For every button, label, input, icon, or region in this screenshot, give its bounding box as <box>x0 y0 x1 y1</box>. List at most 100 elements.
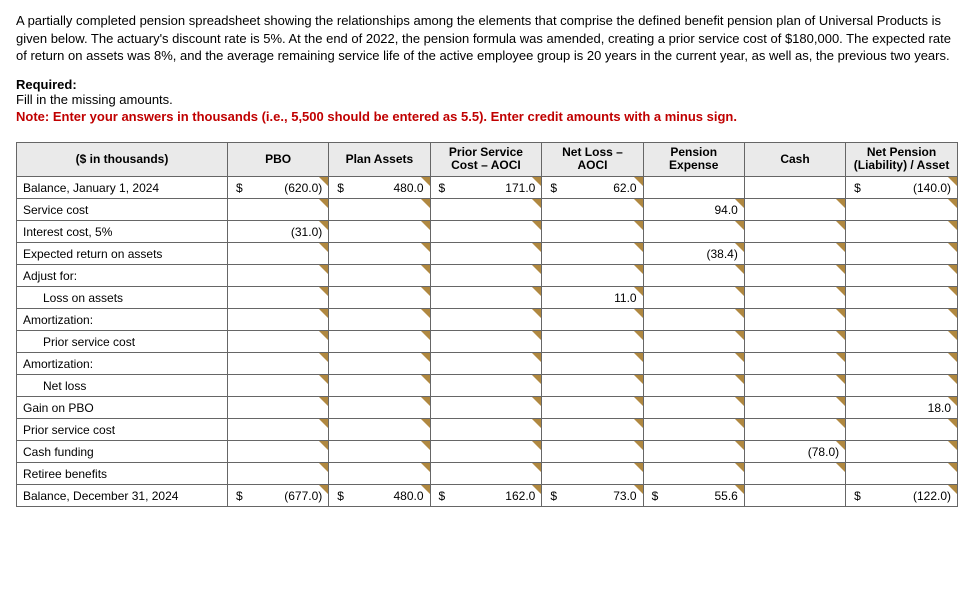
dropdown-icon[interactable] <box>421 221 430 230</box>
cell-input[interactable] <box>329 265 430 287</box>
dropdown-icon[interactable] <box>319 309 328 318</box>
cell-input[interactable] <box>430 221 542 243</box>
cell-input[interactable]: $162.0 <box>430 485 542 507</box>
dropdown-icon[interactable] <box>532 485 541 494</box>
dropdown-icon[interactable] <box>532 287 541 296</box>
cell-input[interactable] <box>430 441 542 463</box>
cell-input[interactable] <box>643 331 744 353</box>
dropdown-icon[interactable] <box>421 397 430 406</box>
dropdown-icon[interactable] <box>634 265 643 274</box>
cell-input[interactable] <box>744 485 845 507</box>
dropdown-icon[interactable] <box>948 397 957 406</box>
cell-input[interactable] <box>430 375 542 397</box>
cell-input[interactable]: 11.0 <box>542 287 643 309</box>
cell-input[interactable]: $(140.0) <box>846 177 958 199</box>
cell-input[interactable]: $(677.0) <box>227 485 328 507</box>
dropdown-icon[interactable] <box>836 463 845 472</box>
dropdown-icon[interactable] <box>948 287 957 296</box>
dropdown-icon[interactable] <box>948 177 957 186</box>
cell-input[interactable] <box>643 463 744 485</box>
cell-input[interactable] <box>430 463 542 485</box>
cell-input[interactable] <box>329 331 430 353</box>
cell-input[interactable] <box>227 353 328 375</box>
dropdown-icon[interactable] <box>319 397 328 406</box>
cell-input[interactable]: $55.6 <box>643 485 744 507</box>
cell-input[interactable] <box>227 199 328 221</box>
cell-input[interactable] <box>846 243 958 265</box>
cell-input[interactable] <box>542 353 643 375</box>
dropdown-icon[interactable] <box>735 353 744 362</box>
cell-input[interactable] <box>643 419 744 441</box>
cell-input[interactable] <box>846 463 958 485</box>
dropdown-icon[interactable] <box>836 419 845 428</box>
cell-input[interactable]: $480.0 <box>329 177 430 199</box>
cell-input[interactable] <box>329 309 430 331</box>
dropdown-icon[interactable] <box>836 243 845 252</box>
dropdown-icon[interactable] <box>948 463 957 472</box>
dropdown-icon[interactable] <box>532 419 541 428</box>
dropdown-icon[interactable] <box>735 441 744 450</box>
dropdown-icon[interactable] <box>319 353 328 362</box>
dropdown-icon[interactable] <box>836 397 845 406</box>
dropdown-icon[interactable] <box>532 243 541 252</box>
cell-input[interactable] <box>643 221 744 243</box>
cell-input[interactable]: (31.0) <box>227 221 328 243</box>
cell-input[interactable] <box>542 441 643 463</box>
cell-input[interactable] <box>430 243 542 265</box>
dropdown-icon[interactable] <box>421 485 430 494</box>
cell-input[interactable]: (78.0) <box>744 441 845 463</box>
cell-input[interactable] <box>744 199 845 221</box>
dropdown-icon[interactable] <box>634 463 643 472</box>
cell-input[interactable] <box>643 287 744 309</box>
dropdown-icon[interactable] <box>948 221 957 230</box>
cell-input[interactable] <box>329 419 430 441</box>
cell-input[interactable] <box>227 419 328 441</box>
dropdown-icon[interactable] <box>634 419 643 428</box>
dropdown-icon[interactable] <box>948 441 957 450</box>
dropdown-icon[interactable] <box>948 331 957 340</box>
cell-input[interactable] <box>329 199 430 221</box>
cell-input[interactable] <box>329 397 430 419</box>
cell-input[interactable]: 18.0 <box>846 397 958 419</box>
cell-input[interactable] <box>227 309 328 331</box>
dropdown-icon[interactable] <box>634 177 643 186</box>
dropdown-icon[interactable] <box>319 177 328 186</box>
cell-input[interactable]: 94.0 <box>643 199 744 221</box>
cell-input[interactable] <box>846 441 958 463</box>
cell-input[interactable] <box>846 309 958 331</box>
dropdown-icon[interactable] <box>532 375 541 384</box>
cell-input[interactable] <box>744 243 845 265</box>
cell-input[interactable] <box>329 353 430 375</box>
cell-input[interactable] <box>846 331 958 353</box>
dropdown-icon[interactable] <box>836 353 845 362</box>
cell-input[interactable] <box>329 375 430 397</box>
dropdown-icon[interactable] <box>421 375 430 384</box>
dropdown-icon[interactable] <box>735 287 744 296</box>
cell-input[interactable] <box>542 331 643 353</box>
cell-input[interactable] <box>542 375 643 397</box>
cell-input[interactable] <box>542 221 643 243</box>
cell-input[interactable] <box>430 419 542 441</box>
dropdown-icon[interactable] <box>319 265 328 274</box>
dropdown-icon[interactable] <box>532 309 541 318</box>
dropdown-icon[interactable] <box>836 265 845 274</box>
cell-input[interactable] <box>643 353 744 375</box>
cell-input[interactable] <box>227 463 328 485</box>
dropdown-icon[interactable] <box>735 419 744 428</box>
dropdown-icon[interactable] <box>735 375 744 384</box>
dropdown-icon[interactable] <box>421 199 430 208</box>
dropdown-icon[interactable] <box>735 485 744 494</box>
cell-input[interactable] <box>744 353 845 375</box>
cell-input[interactable] <box>542 419 643 441</box>
cell-input[interactable] <box>846 199 958 221</box>
dropdown-icon[interactable] <box>532 221 541 230</box>
dropdown-icon[interactable] <box>634 331 643 340</box>
cell-input[interactable] <box>542 199 643 221</box>
dropdown-icon[interactable] <box>836 331 845 340</box>
dropdown-icon[interactable] <box>735 221 744 230</box>
cell-input[interactable] <box>329 221 430 243</box>
dropdown-icon[interactable] <box>319 199 328 208</box>
dropdown-icon[interactable] <box>319 243 328 252</box>
dropdown-icon[interactable] <box>532 397 541 406</box>
dropdown-icon[interactable] <box>634 199 643 208</box>
